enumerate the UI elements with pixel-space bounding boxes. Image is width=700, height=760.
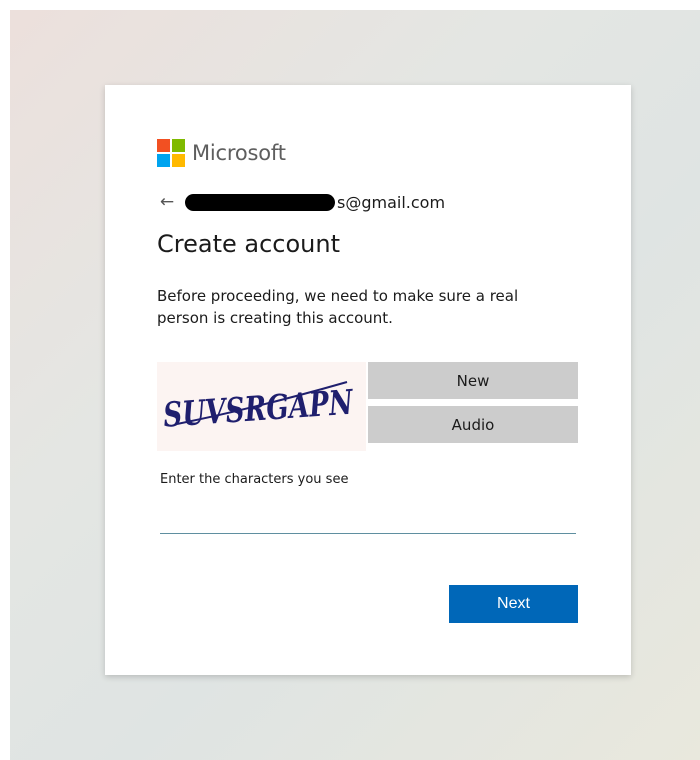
microsoft-logo: Microsoft (157, 138, 286, 168)
email-address: s@gmail.com (337, 192, 446, 212)
captcha-input[interactable] (160, 505, 576, 534)
logo-square-blue (157, 154, 170, 167)
captcha-characters: SUVSRGAPN (162, 383, 356, 436)
captcha-graphic: SUVSRGAPN (162, 381, 356, 436)
signup-card: Microsoft ← s@gmail.com Create account B… (105, 85, 631, 675)
captcha-image: SUVSRGAPN (157, 362, 366, 451)
page-description: Before proceeding, we need to make sure … (157, 287, 519, 327)
brand-name: Microsoft (192, 141, 286, 165)
microsoft-logo-icon (157, 139, 185, 167)
page-title: Create account (157, 230, 340, 258)
new-captcha-button[interactable]: New (368, 362, 578, 399)
logo-square-yellow (172, 154, 185, 167)
arrow-left-icon[interactable]: ← (157, 192, 177, 212)
redacted-email-mask (185, 193, 335, 211)
next-button[interactable]: Next (449, 585, 578, 623)
captcha-input-label: Enter the characters you see (160, 472, 349, 487)
logo-square-green (172, 139, 185, 152)
identity-banner: ← s@gmail.com (157, 191, 445, 213)
logo-square-red (157, 139, 170, 152)
audio-captcha-button[interactable]: Audio (368, 406, 578, 443)
